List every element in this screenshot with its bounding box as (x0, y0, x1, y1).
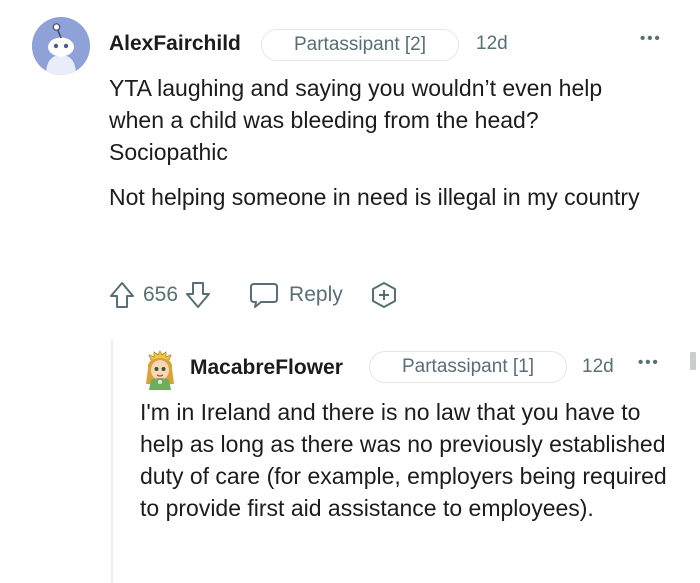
vote-score: 656 (143, 283, 179, 306)
reply-body: I'm in Ireland and there is no law that … (140, 396, 675, 524)
reply-label: Reply (289, 283, 343, 306)
comment-actions: 656 Reply (108, 278, 399, 312)
reply-timestamp[interactable]: 12d (582, 356, 614, 378)
add-award-icon (371, 282, 396, 308)
avatar[interactable] (141, 350, 179, 390)
more-options-icon[interactable]: ••• (638, 354, 660, 371)
user-flair: Partassipant [2] (261, 29, 459, 61)
upvote-button[interactable] (108, 280, 136, 310)
downvote-button[interactable] (184, 280, 212, 310)
avatar[interactable] (32, 17, 90, 75)
comment-paragraph: Not helping someone in need is illegal i… (109, 184, 640, 210)
comment-author[interactable]: AlexFairchild (109, 32, 241, 56)
reply-button[interactable]: Reply (248, 280, 343, 310)
custom-avatar-icon (146, 350, 174, 390)
more-options-icon[interactable]: ••• (640, 30, 662, 47)
downvote-arrow-icon (186, 282, 211, 308)
scrollbar-thumb[interactable] (690, 352, 696, 370)
reply-paragraph: I'm in Ireland and there is no law that … (140, 399, 667, 521)
award-button[interactable] (369, 280, 399, 310)
user-flair: Partassipant [1] (369, 351, 567, 383)
snoo-avatar-icon (32, 17, 90, 75)
reply-author[interactable]: MacabreFlower (190, 356, 343, 380)
thread-line[interactable] (111, 340, 113, 583)
comment-body: YTA laughing and saying you wouldn’t eve… (109, 72, 654, 213)
comment-paragraph: YTA laughing and saying you wouldn’t eve… (109, 75, 603, 165)
comment-timestamp[interactable]: 12d (476, 33, 508, 55)
chat-bubble-icon (250, 283, 279, 308)
upvote-arrow-icon (110, 282, 134, 308)
